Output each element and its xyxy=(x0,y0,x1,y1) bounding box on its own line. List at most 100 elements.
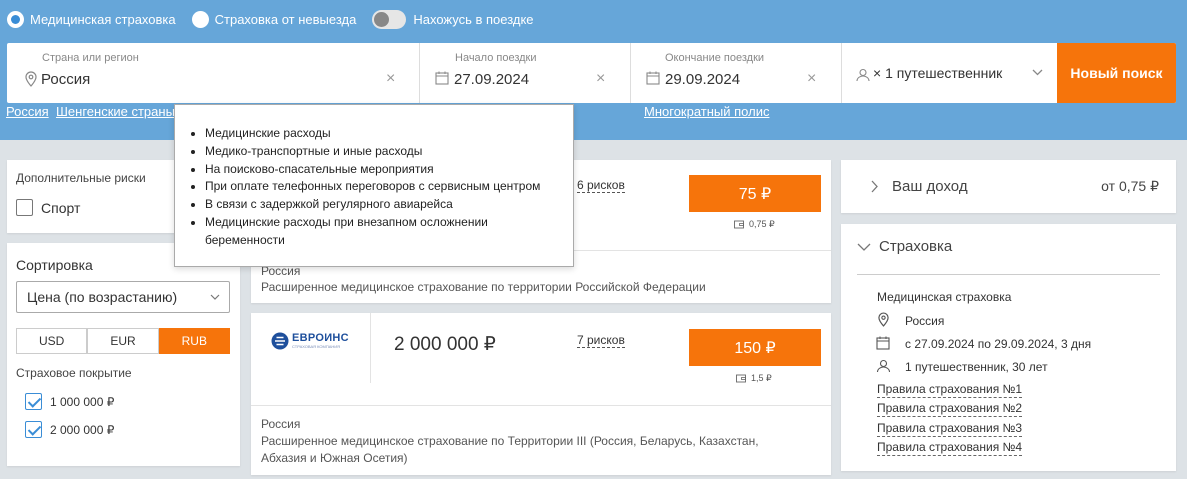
euroins-logo-text: ЕВРОИНС xyxy=(292,332,349,344)
divider xyxy=(251,405,831,406)
summary-country: Россия xyxy=(905,314,945,328)
insurance-summary-panel: Страховка Медицинская страховка Россия с… xyxy=(841,224,1176,471)
rules-link-4[interactable]: Правила страхования №4 xyxy=(877,440,1023,456)
currency-rub[interactable]: RUB xyxy=(158,328,230,354)
offer-card-2: ЕВРОИНС СТРАХОВАЯ КОМПАНИЯ 2 000 000 ₽ 7… xyxy=(251,313,831,475)
end-date-value: 29.09.2024 xyxy=(665,71,741,88)
rules-link-2[interactable]: Правила страхования №2 xyxy=(877,401,1023,417)
location-pin-icon xyxy=(878,312,889,327)
chevron-down-icon xyxy=(210,294,220,300)
coverage-1m-label: 1 000 000 ₽ xyxy=(50,394,115,409)
clear-start-date-icon[interactable]: × xyxy=(596,70,605,88)
summary-toggle[interactable]: Страховка xyxy=(857,238,952,255)
rules-link-3[interactable]: Правила страхования №3 xyxy=(877,421,1023,437)
risk-item: Медико-транспортные и иные расходы xyxy=(205,143,560,161)
offer-1-risks-link[interactable]: 6 рисков xyxy=(577,178,625,193)
insurance-type-selector: Медицинская страховка Страховка от невые… xyxy=(7,10,550,29)
divider xyxy=(857,274,1160,275)
offer-2-buy-button[interactable]: 150 ₽ xyxy=(689,329,821,366)
sport-checkbox[interactable]: Спорт xyxy=(16,199,80,216)
sort-panel: Сортировка Цена (по возрастанию) Страхов… xyxy=(7,243,240,466)
currency-switcher: USD EUR RUB xyxy=(16,328,230,354)
offer-1-buy-button[interactable]: 75 ₽ xyxy=(689,175,821,212)
location-pin-icon xyxy=(25,71,37,87)
chevron-right-icon xyxy=(871,180,878,193)
offer-1-description: Расширенное медицинское страхование по т… xyxy=(261,280,706,294)
radio-empty-icon xyxy=(191,11,209,28)
coverage-2m-label: 2 000 000 ₽ xyxy=(50,422,115,437)
radio-medical[interactable]: Медицинская страховка xyxy=(7,11,176,28)
end-date-field[interactable]: Окончание поездки 29.09.2024 × xyxy=(631,43,842,103)
risk-item: В связи с задержкой регулярного авиарейс… xyxy=(205,196,560,214)
radio-noexit-label: Страховка от невыезда xyxy=(214,12,357,27)
income-label: Ваш доход xyxy=(892,178,968,195)
country-value: Россия xyxy=(41,71,91,88)
calendar-icon xyxy=(876,336,890,350)
quick-link-russia[interactable]: Россия xyxy=(6,104,49,119)
start-date-label: Начало поездки xyxy=(455,52,537,64)
euroins-logo-subtext: СТРАХОВАЯ КОМПАНИЯ xyxy=(292,344,341,349)
quick-link-schengen[interactable]: Шенгенские страны xyxy=(56,104,175,119)
euroins-logo-icon xyxy=(271,332,289,350)
in-trip-toggle[interactable]: Нахожусь в поездке xyxy=(372,10,534,29)
summary-type: Медицинская страховка xyxy=(877,290,1012,304)
income-value: от 0,75 ₽ xyxy=(1101,178,1159,194)
sort-dropdown[interactable]: Цена (по возрастанию) xyxy=(16,281,230,313)
income-panel[interactable]: Ваш доход от 0,75 ₽ xyxy=(841,160,1176,213)
clear-end-date-icon[interactable]: × xyxy=(807,70,816,88)
offer-2-risks-link[interactable]: 7 рисков xyxy=(577,333,625,348)
travelers-dropdown[interactable]: × 1 путешественник xyxy=(842,43,1057,103)
travelers-icon xyxy=(856,68,870,82)
currency-usd[interactable]: USD xyxy=(16,328,88,354)
quick-link-multi-trip[interactable]: Многократный полис xyxy=(644,104,769,119)
summary-title: Страховка xyxy=(879,238,953,255)
chevron-down-icon xyxy=(857,243,871,251)
coverage-option-1m[interactable]: 1 000 000 ₽ xyxy=(25,393,114,410)
calendar-icon xyxy=(435,71,449,85)
offer-2-region: Россия xyxy=(261,417,301,431)
calendar-icon xyxy=(646,71,660,85)
sort-value: Цена (по возрастанию) xyxy=(27,289,178,305)
radio-selected-icon xyxy=(7,11,24,28)
checkbox-checked-icon xyxy=(25,393,42,410)
offer-2-cashback: 1,5 ₽ xyxy=(736,373,772,384)
radio-medical-label: Медицинская страховка xyxy=(30,12,176,27)
offer-1-cashback-value: 0,75 ₽ xyxy=(749,219,775,229)
risk-item: При оплате телефонных переговоров с серв… xyxy=(205,178,560,196)
offer-2-cashback-value: 1,5 ₽ xyxy=(751,373,772,383)
extra-risks-title: Дополнительные риски xyxy=(16,171,146,185)
risk-item: На поисково-спасательные мероприятия xyxy=(205,161,560,179)
travelers-value: × 1 путешественник xyxy=(873,65,1003,81)
risks-list: Медицинские расходы Медико-транспортные … xyxy=(205,125,560,250)
coverage-option-2m[interactable]: 2 000 000 ₽ xyxy=(25,421,114,438)
radio-noexit[interactable]: Страховка от невыезда xyxy=(191,11,357,28)
country-field-label: Страна или регион xyxy=(42,52,139,64)
start-date-value: 27.09.2024 xyxy=(454,71,530,88)
wallet-icon xyxy=(734,220,744,229)
risk-item: Медицинские расходы xyxy=(205,125,560,143)
start-date-field[interactable]: Начало поездки 27.09.2024 × xyxy=(420,43,631,103)
sort-title: Сортировка xyxy=(16,257,93,273)
euroins-logo: ЕВРОИНС СТРАХОВАЯ КОМПАНИЯ xyxy=(271,332,349,350)
toggle-switch-icon xyxy=(372,10,407,29)
offer-1-cashback: 0,75 ₽ xyxy=(734,219,775,230)
in-trip-toggle-label: Нахожусь в поездке xyxy=(413,12,534,27)
search-bar: Страна или регион Россия × Начало поездк… xyxy=(7,43,1176,103)
country-field[interactable]: Страна или регион Россия × xyxy=(7,43,420,103)
end-date-label: Окончание поездки xyxy=(665,52,765,64)
chevron-down-icon xyxy=(1032,69,1043,76)
new-search-button[interactable]: Новый поиск xyxy=(1057,43,1176,103)
sport-label: Спорт xyxy=(41,199,81,216)
currency-eur[interactable]: EUR xyxy=(87,328,159,354)
summary-travelers: 1 путешественник, 30 лет xyxy=(905,360,1048,374)
divider xyxy=(370,313,371,383)
checkbox-empty-icon xyxy=(16,199,33,216)
offer-2-coverage: 2 000 000 ₽ xyxy=(394,334,496,355)
summary-dates: с 27.09.2024 по 29.09.2024, 3 дня xyxy=(905,337,1092,351)
rules-link-1[interactable]: Правила страхования №1 xyxy=(877,382,1023,398)
risks-tooltip: Медицинские расходы Медико-транспортные … xyxy=(174,104,574,267)
clear-country-icon[interactable]: × xyxy=(386,70,395,88)
checkbox-checked-icon xyxy=(25,421,42,438)
risk-item: Медицинские расходы при внезапном осложн… xyxy=(205,214,560,250)
offer-2-description: Расширенное медицинское страхование по Т… xyxy=(261,434,759,465)
